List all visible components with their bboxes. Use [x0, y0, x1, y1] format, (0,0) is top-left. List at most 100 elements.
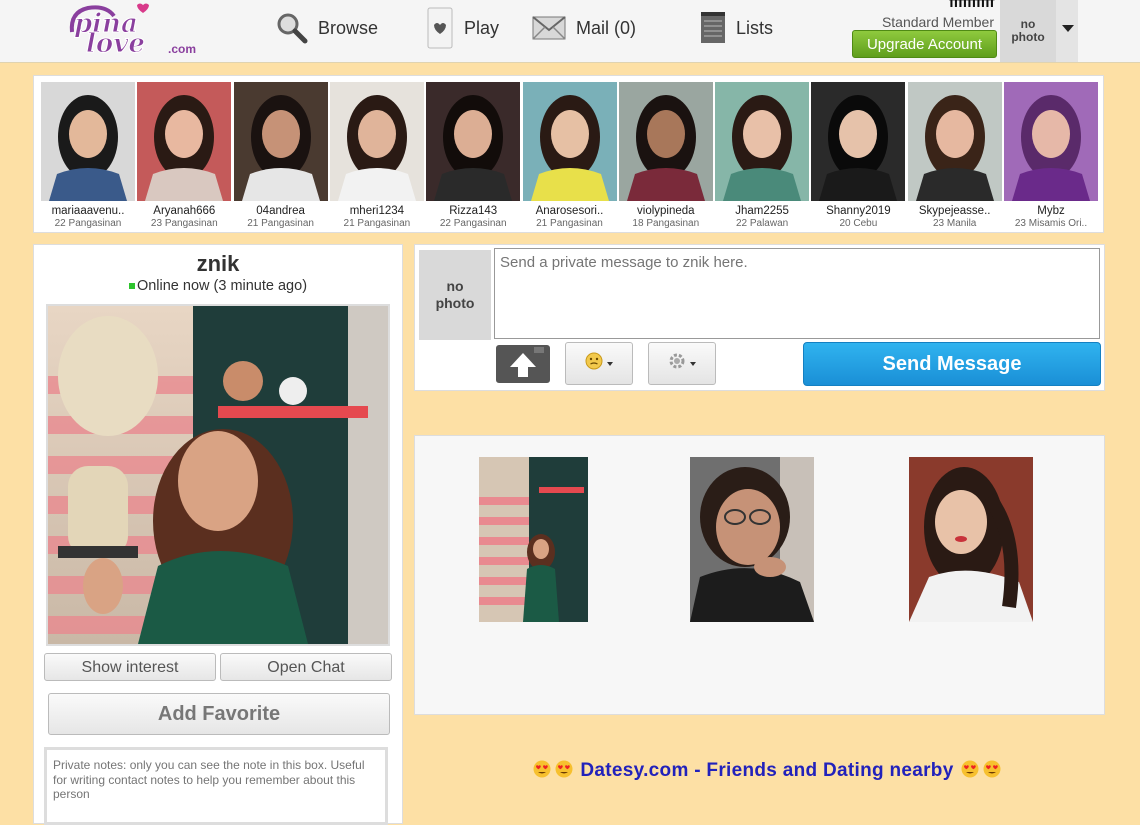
- nav-mail-label: Mail (0): [576, 17, 637, 38]
- heart-eyes-icon: [531, 760, 575, 781]
- show-interest-button[interactable]: Show interest: [44, 653, 216, 681]
- members-strip: mariaaavenu.. 22 Pangasinan Aryanah666 23 P…: [33, 75, 1104, 233]
- nav-browse-label: Browse: [318, 17, 379, 38]
- member-info: 23 Pangasinan: [150, 218, 218, 229]
- member-photo: [41, 82, 135, 201]
- member-name: violypineda: [637, 205, 695, 217]
- member-info: 21 Pangasinan: [247, 218, 314, 229]
- member-level: Standard Member: [881, 14, 994, 30]
- upgrade-account-button[interactable]: Upgrade Account: [852, 30, 997, 58]
- member-info: 22 Pangasinan: [54, 218, 122, 229]
- chevron-down-icon[interactable]: [1056, 0, 1078, 62]
- member-photo: [137, 82, 232, 201]
- notepad-icon: [700, 12, 726, 44]
- gallery-photo[interactable]: [479, 457, 588, 622]
- member-card[interactable]: Jham2255 22 Palawan: [714, 82, 810, 232]
- add-favorite-button[interactable]: Add Favorite: [48, 693, 390, 735]
- playing-card-icon: [426, 7, 454, 49]
- member-name: Jham2255: [735, 205, 789, 217]
- header-avatar[interactable]: no photo: [1000, 0, 1056, 62]
- member-photo: [329, 82, 424, 201]
- message-panel: nophoto Send Message: [414, 244, 1105, 391]
- svg-text:.com: .com: [168, 42, 196, 56]
- nav-play-label: Play: [464, 17, 500, 38]
- online-status-text: Online now (3 minute ago): [136, 278, 308, 294]
- member-card[interactable]: Aryanah666 23 Pangasinan: [136, 82, 232, 232]
- nav-mail[interactable]: Mail (0): [532, 10, 636, 46]
- heart-eyes-icon: [959, 760, 1003, 781]
- member-photo: [233, 82, 328, 201]
- member-name: mariaaavenu..: [51, 205, 125, 217]
- mail-icon: [532, 16, 566, 40]
- nav-lists[interactable]: Lists: [700, 10, 773, 46]
- smiley-icon: [585, 352, 603, 375]
- member-name: Mybz: [1037, 205, 1065, 217]
- promo-text: Datesy.com - Friends and Dating nearby: [580, 760, 954, 781]
- member-info: 20 Cebu: [839, 218, 878, 229]
- send-message-button[interactable]: Send Message: [803, 342, 1101, 386]
- private-notes-input[interactable]: [44, 747, 388, 825]
- site-logo[interactable]: pina love .com: [66, 2, 206, 60]
- member-photo: [618, 82, 713, 201]
- upload-photo-button[interactable]: [496, 345, 550, 383]
- member-card[interactable]: Rizza143 22 Pangasinan: [425, 82, 521, 232]
- member-name: mheri1234: [349, 205, 405, 217]
- sender-avatar: no photo: [419, 250, 491, 340]
- member-card[interactable]: mheri1234 21 Pangasinan: [329, 82, 425, 232]
- member-name: Skypejeasse..: [918, 205, 991, 217]
- header-avatar-text-2: photo: [1011, 30, 1045, 44]
- member-photo: [715, 82, 810, 201]
- member-info: 22 Palawan: [735, 218, 789, 229]
- member-name: Aryanah666: [153, 205, 216, 217]
- member-photo: [426, 82, 521, 201]
- top-header: pina love .com Browse Play Mail (0) List…: [0, 0, 1140, 63]
- member-card[interactable]: Shanny2019 20 Cebu: [810, 82, 906, 232]
- emoji-button[interactable]: [565, 342, 633, 385]
- member-name: Rizza143: [449, 205, 498, 217]
- promo-banner[interactable]: Datesy.com - Friends and Dating nearby: [414, 760, 1120, 782]
- member-card[interactable]: mariaaavenu.. 22 Pangasinan: [40, 82, 136, 232]
- photo-gallery: [414, 435, 1105, 715]
- user-box: ffffffffff Standard Member Upgrade Accou…: [850, 0, 1000, 62]
- sender-avatar-text-1: no: [446, 278, 464, 294]
- svg-text:love: love: [86, 29, 145, 58]
- member-info: 23 Misamis Ori..: [1014, 218, 1088, 229]
- member-photo: [811, 82, 906, 201]
- member-info: 21 Pangasinan: [536, 218, 603, 229]
- member-card[interactable]: Anarosesori.. 21 Pangasinan: [522, 82, 618, 232]
- header-username[interactable]: ffffffffff: [949, 0, 994, 11]
- profile-panel: znik Online now (3 minute ago) Show inte…: [33, 244, 403, 825]
- nav-browse[interactable]: Browse: [276, 10, 378, 46]
- profile-main-photo[interactable]: [46, 304, 390, 646]
- member-photo: [907, 82, 1002, 201]
- message-input[interactable]: [494, 248, 1100, 339]
- member-photo: [522, 82, 617, 201]
- member-name: 04andrea: [256, 205, 305, 217]
- gallery-photo[interactable]: [690, 457, 814, 622]
- member-info: 18 Pangasinan: [632, 218, 700, 229]
- member-info: 22 Pangasinan: [439, 218, 507, 229]
- member-card[interactable]: violypineda 18 Pangasinan: [618, 82, 714, 232]
- member-name: Anarosesori..: [535, 205, 604, 217]
- message-settings-button[interactable]: [648, 342, 716, 385]
- open-chat-button[interactable]: Open Chat: [220, 653, 392, 681]
- member-card[interactable]: 04andrea 21 Pangasinan: [233, 82, 329, 232]
- search-icon: [276, 12, 308, 44]
- online-status: Online now (3 minute ago): [34, 278, 402, 294]
- chevron-down-icon: [690, 361, 696, 366]
- gallery-photo[interactable]: [909, 457, 1033, 622]
- member-info: 23 Manila: [933, 218, 977, 229]
- nav-lists-label: Lists: [736, 17, 774, 38]
- gear-icon: [668, 352, 686, 375]
- profile-name: znik: [196, 251, 240, 276]
- member-info: 21 Pangasinan: [343, 218, 411, 229]
- member-photo: [1004, 82, 1098, 201]
- member-card[interactable]: Mybz 23 Misamis Ori..: [1003, 82, 1099, 232]
- online-dot-icon: [128, 283, 135, 290]
- camera-upload-icon: [496, 347, 550, 387]
- member-name: Shanny2019: [826, 205, 891, 217]
- sender-avatar-text-2: photo: [435, 295, 475, 311]
- nav-play[interactable]: Play: [426, 7, 500, 49]
- member-card[interactable]: Skypejeasse.. 23 Manila: [907, 82, 1003, 232]
- header-avatar-text-1: no: [1020, 17, 1036, 31]
